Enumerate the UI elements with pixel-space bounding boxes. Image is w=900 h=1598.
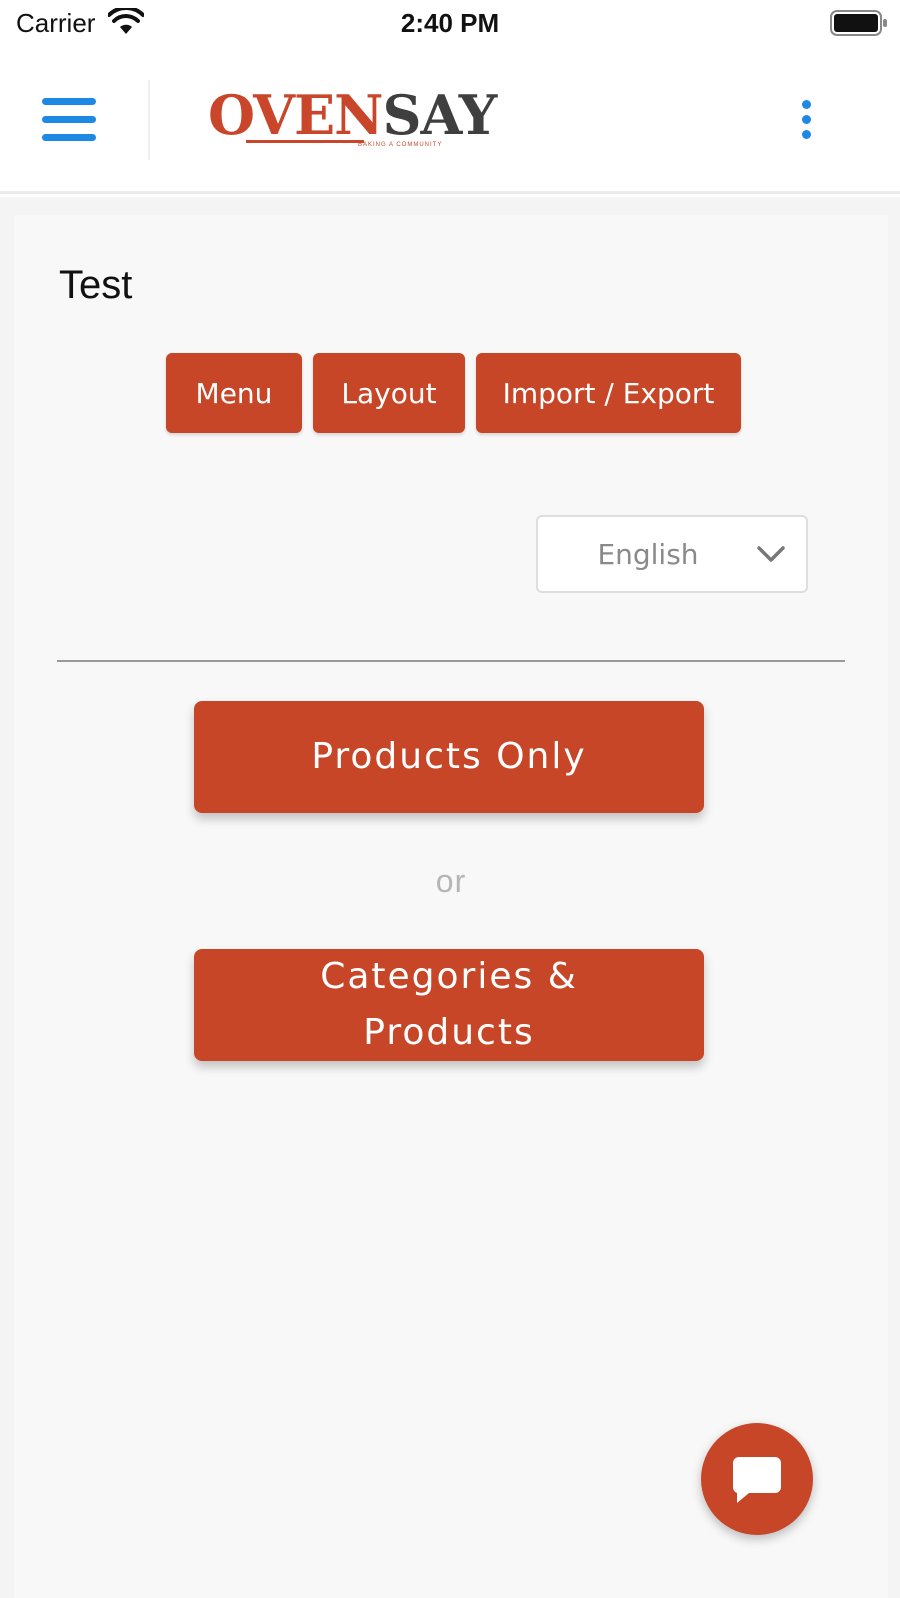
products-only-button[interactable]: Products Only	[194, 701, 704, 813]
logo-underline	[246, 140, 364, 143]
chevron-down-icon	[757, 546, 785, 562]
battery-icon	[830, 10, 887, 36]
logo-letter-o: O	[208, 83, 254, 147]
chat-bubble-icon	[732, 1457, 781, 1503]
more-vertical-icon[interactable]	[798, 100, 814, 144]
chat-button[interactable]	[701, 1423, 813, 1535]
logo-tagline: BAKING A COMMUNITY	[358, 142, 443, 148]
top-navbar: OVENSAY BAKING A COMMUNITY	[0, 48, 900, 194]
language-select[interactable]: English	[536, 515, 808, 593]
logo-say: SAY	[382, 83, 498, 147]
nav-divider	[148, 80, 150, 160]
logo-ven: VEN	[253, 83, 383, 147]
tab-layout[interactable]: Layout	[313, 353, 465, 433]
language-select-value: English	[597, 537, 699, 571]
hamburger-menu-icon[interactable]	[42, 98, 98, 144]
categories-products-button[interactable]: Categories & Products	[194, 949, 704, 1061]
clock-time: 2:40 PM	[400, 8, 500, 38]
tab-import-export[interactable]: Import / Export	[476, 353, 741, 433]
content-card: Test Menu Layout Import / Export English…	[14, 215, 888, 1598]
ovensay-logo[interactable]: OVENSAY BAKING A COMMUNITY	[208, 83, 497, 156]
status-bar: Carrier 2:40 PM	[0, 0, 900, 48]
divider-line	[57, 660, 845, 662]
or-separator: or	[435, 863, 467, 899]
page-background: Test Menu Layout Import / Export English…	[0, 197, 900, 1598]
tab-menu[interactable]: Menu	[166, 353, 302, 433]
page-title: Test	[59, 263, 133, 307]
